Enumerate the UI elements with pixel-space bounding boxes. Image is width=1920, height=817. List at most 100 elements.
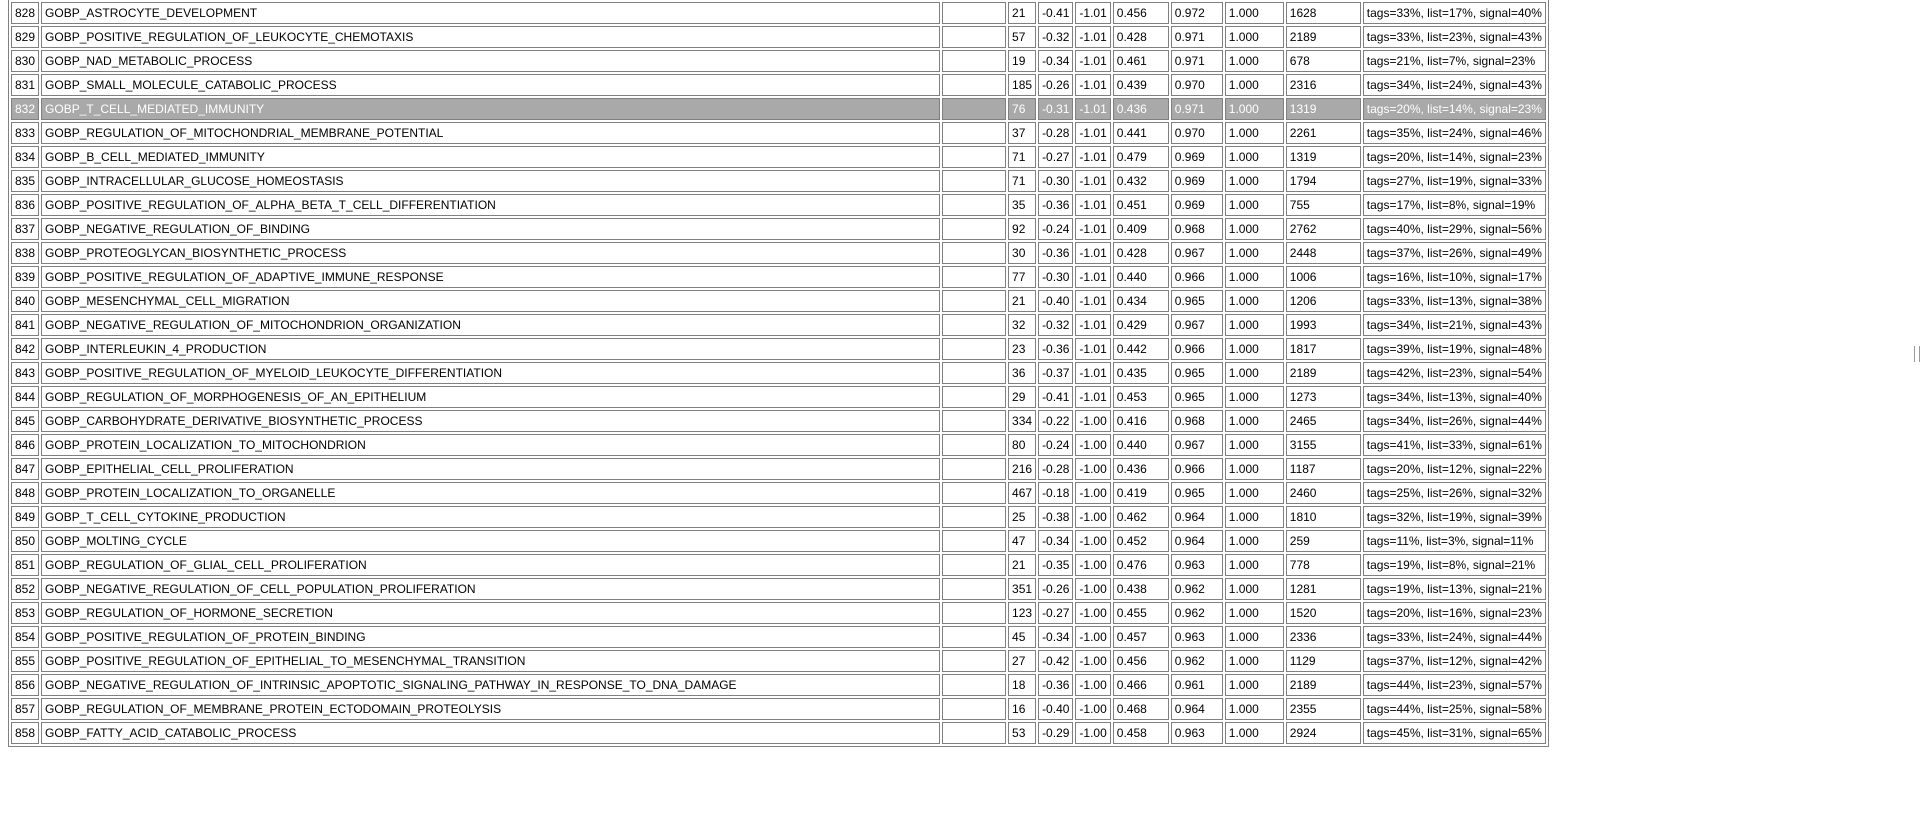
- details-cell: [942, 98, 1007, 120]
- table-row[interactable]: 847 GOBP_EPITHELIAL_CELL_PROLIFERATION 216…: [11, 458, 1546, 480]
- nes-cell: -1.00: [1075, 698, 1111, 720]
- nom-p-cell: 0.419: [1112, 482, 1169, 504]
- table-row[interactable]: 854 GOBP_POSITIVE_REGULATION_OF_PROTEIN_B…: [11, 626, 1546, 648]
- nes-cell: -1.01: [1075, 242, 1111, 264]
- nes-cell: -1.00: [1075, 530, 1111, 552]
- table-row[interactable]: 849 GOBP_T_CELL_CYTOKINE_PRODUCTION 25 -0.3…: [11, 506, 1546, 528]
- table-row[interactable]: 829 GOBP_POSITIVE_REGULATION_OF_LEUKOCYTE…: [11, 26, 1546, 48]
- nes-cell: -1.01: [1075, 26, 1111, 48]
- rank-cell: 844: [11, 386, 40, 408]
- table-row[interactable]: 850 GOBP_MOLTING_CYCLE 47 -0.34 -1.00 0.452 0.…: [11, 530, 1546, 552]
- rank-at-max-cell: 1817: [1285, 338, 1361, 360]
- table-row[interactable]: 857 GOBP_REGULATION_OF_MEMBRANE_PROTEIN_E…: [11, 698, 1546, 720]
- rank-at-max-cell: 2762: [1285, 218, 1361, 240]
- fdr-q-cell: 0.963: [1170, 554, 1223, 576]
- details-cell: [942, 434, 1007, 456]
- fwer-p-cell: 1.000: [1224, 578, 1284, 600]
- rank-cell: 833: [11, 122, 40, 144]
- es-cell: -0.36: [1038, 194, 1074, 216]
- fdr-q-cell: 0.965: [1170, 482, 1223, 504]
- size-cell: 36: [1008, 362, 1037, 384]
- table-row[interactable]: 852 GOBP_NEGATIVE_REGULATION_OF_CELL_POPU…: [11, 578, 1546, 600]
- table-row[interactable]: 842 GOBP_INTERLEUKIN_4_PRODUCTION 23 -0.36-…: [11, 338, 1546, 360]
- fwer-p-cell: 1.000: [1224, 458, 1284, 480]
- table-row[interactable]: 846 GOBP_PROTEIN_LOCALIZATION_TO_MITOCHON…: [11, 434, 1546, 456]
- gene-set-name-cell: GOBP_POSITIVE_REGULATION_OF_EPITHELIAL_T…: [41, 650, 941, 672]
- table-row[interactable]: 837 GOBP_NEGATIVE_REGULATION_OF_BINDING 92…: [11, 218, 1546, 240]
- rank-cell: 852: [11, 578, 40, 600]
- nes-cell: -1.00: [1075, 434, 1111, 456]
- table-row[interactable]: 855 GOBP_POSITIVE_REGULATION_OF_EPITHELIA…: [11, 650, 1546, 672]
- fdr-q-cell: 0.966: [1170, 458, 1223, 480]
- resize-handle[interactable]: [1914, 346, 1920, 362]
- table-row[interactable]: 848 GOBP_PROTEIN_LOCALIZATION_TO_ORGANELL…: [11, 482, 1546, 504]
- size-cell: 53: [1008, 722, 1037, 744]
- rank-at-max-cell: 1129: [1285, 650, 1361, 672]
- table-row[interactable]: 835 GOBP_INTRACELLULAR_GLUCOSE_HOMEOSTASI…: [11, 170, 1546, 192]
- fwer-p-cell: 1.000: [1224, 506, 1284, 528]
- details-cell: [942, 506, 1007, 528]
- details-cell: [942, 338, 1007, 360]
- rank-at-max-cell: 2460: [1285, 482, 1361, 504]
- size-cell: 16: [1008, 698, 1037, 720]
- rank-at-max-cell: 778: [1285, 554, 1361, 576]
- es-cell: -0.41: [1038, 2, 1074, 24]
- details-cell: [942, 578, 1007, 600]
- table-row[interactable]: 831 GOBP_SMALL_MOLECULE_CATABOLIC_PROCESS…: [11, 74, 1546, 96]
- table-row[interactable]: 833 GOBP_REGULATION_OF_MITOCHONDRIAL_MEMB…: [11, 122, 1546, 144]
- leading-edge-cell: tags=34%, list=21%, signal=43%: [1362, 314, 1546, 336]
- nom-p-cell: 0.432: [1112, 170, 1169, 192]
- es-cell: -0.28: [1038, 122, 1074, 144]
- gene-set-name-cell: GOBP_PROTEIN_LOCALIZATION_TO_ORGANELLE: [41, 482, 941, 504]
- table-row[interactable]: 834 GOBP_B_CELL_MEDIATED_IMMUNITY 71 -0.27-…: [11, 146, 1546, 168]
- table-row[interactable]: 845 GOBP_CARBOHYDRATE_DERIVATIVE_BIOSYNTH…: [11, 410, 1546, 432]
- table-row[interactable]: 840 GOBP_MESENCHYMAL_CELL_MIGRATION 21 -0.4…: [11, 290, 1546, 312]
- table-row[interactable]: 841 GOBP_NEGATIVE_REGULATION_OF_MITOCHOND…: [11, 314, 1546, 336]
- es-cell: -0.35: [1038, 554, 1074, 576]
- table-row[interactable]: 853 GOBP_REGULATION_OF_HORMONE_SECRETION 1…: [11, 602, 1546, 624]
- fdr-q-cell: 0.967: [1170, 314, 1223, 336]
- rank-cell: 839: [11, 266, 40, 288]
- results-table-viewport[interactable]: 827GOBP_T_CELL_SELECTION828GOBP_ASTROCYT…: [0, 0, 1910, 817]
- fwer-p-cell: 1.000: [1224, 434, 1284, 456]
- rank-cell: 841: [11, 314, 40, 336]
- gene-set-name-cell: GOBP_REGULATION_OF_GLIAL_CELL_PROLIFERAT…: [41, 554, 941, 576]
- gene-set-name-cell: GOBP_POSITIVE_REGULATION_OF_PROTEIN_BIND…: [41, 626, 941, 648]
- table-row[interactable]: 843 GOBP_POSITIVE_REGULATION_OF_MYELOID_L…: [11, 362, 1546, 384]
- fwer-p-cell: 1.000: [1224, 482, 1284, 504]
- table-row[interactable]: 858 GOBP_FATTY_ACID_CATABOLIC_PROCESS 53 -0…: [11, 722, 1546, 744]
- gene-set-name-cell: GOBP_NAD_METABOLIC_PROCESS: [41, 50, 941, 72]
- fwer-p-cell: 1.000: [1224, 290, 1284, 312]
- leading-edge-cell: tags=35%, list=24%, signal=46%: [1362, 122, 1546, 144]
- nes-cell: -1.00: [1075, 554, 1111, 576]
- rank-cell: 843: [11, 362, 40, 384]
- gene-set-name-cell: GOBP_B_CELL_MEDIATED_IMMUNITY: [41, 146, 941, 168]
- es-cell: -0.27: [1038, 602, 1074, 624]
- leading-edge-cell: tags=33%, list=23%, signal=43%: [1362, 26, 1546, 48]
- nom-p-cell: 0.436: [1112, 98, 1169, 120]
- table-row[interactable]: 856 GOBP_NEGATIVE_REGULATION_OF_INTRINSIC…: [11, 674, 1546, 696]
- fwer-p-cell: 1.000: [1224, 170, 1284, 192]
- table-row[interactable]: 838 GOBP_PROTEOGLYCAN_BIOSYNTHETIC_PROCES…: [11, 242, 1546, 264]
- rank-cell: 840: [11, 290, 40, 312]
- es-cell: -0.26: [1038, 74, 1074, 96]
- nom-p-cell: 0.442: [1112, 338, 1169, 360]
- details-cell: [942, 410, 1007, 432]
- fdr-q-cell: 0.970: [1170, 74, 1223, 96]
- table-row[interactable]: 830 GOBP_NAD_METABOLIC_PROCESS 19 -0.34 -1.0…: [11, 50, 1546, 72]
- fwer-p-cell: 1.000: [1224, 74, 1284, 96]
- table-row[interactable]: 828 GOBP_ASTROCYTE_DEVELOPMENT 21 -0.41 -1.0…: [11, 2, 1546, 24]
- fdr-q-cell: 0.961: [1170, 674, 1223, 696]
- nes-cell: -1.01: [1075, 194, 1111, 216]
- table-row[interactable]: 836 GOBP_POSITIVE_REGULATION_OF_ALPHA_BET…: [11, 194, 1546, 216]
- fwer-p-cell: 1.000: [1224, 242, 1284, 264]
- nom-p-cell: 0.461: [1112, 50, 1169, 72]
- table-row[interactable]: 851 GOBP_REGULATION_OF_GLIAL_CELL_PROLIFE…: [11, 554, 1546, 576]
- leading-edge-cell: tags=39%, list=19%, signal=48%: [1362, 338, 1546, 360]
- nes-cell: -1.01: [1075, 218, 1111, 240]
- table-row[interactable]: 832 GOBP_T_CELL_MEDIATED_IMMUNITY 76 -0.31-…: [11, 98, 1546, 120]
- table-row[interactable]: 839 GOBP_POSITIVE_REGULATION_OF_ADAPTIVE_…: [11, 266, 1546, 288]
- rank-cell: 837: [11, 218, 40, 240]
- table-row[interactable]: 844 GOBP_REGULATION_OF_MORPHOGENESIS_OF_A…: [11, 386, 1546, 408]
- leading-edge-cell: tags=11%, list=3%, signal=11%: [1362, 530, 1546, 552]
